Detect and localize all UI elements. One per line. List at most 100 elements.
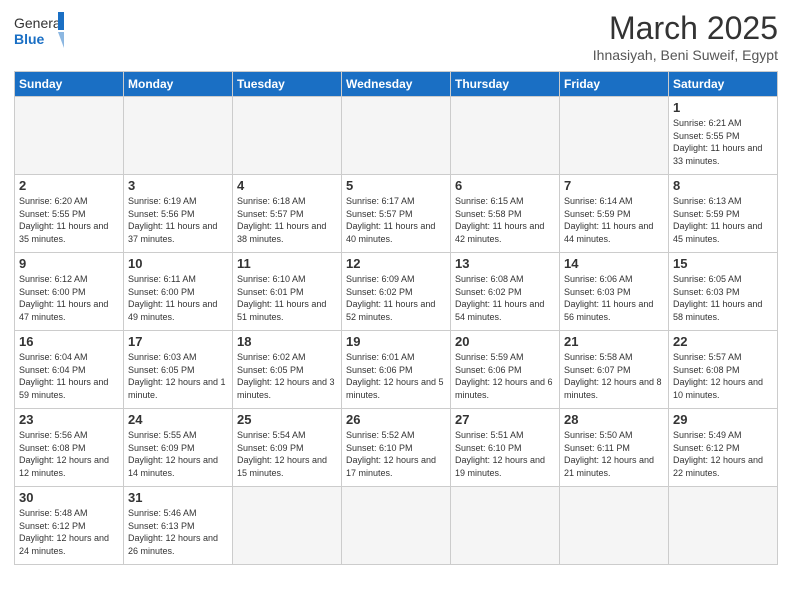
- week-row-6: 30Sunrise: 5:48 AM Sunset: 6:12 PM Dayli…: [15, 487, 778, 565]
- header: General Blue March 2025 Ihnasiyah, Beni …: [14, 10, 778, 63]
- calendar-cell: 4Sunrise: 6:18 AM Sunset: 5:57 PM Daylig…: [233, 175, 342, 253]
- day-info: Sunrise: 6:11 AM Sunset: 6:00 PM Dayligh…: [128, 273, 228, 323]
- day-number: 18: [237, 334, 337, 349]
- weekday-header-tuesday: Tuesday: [233, 72, 342, 97]
- day-info: Sunrise: 6:10 AM Sunset: 6:01 PM Dayligh…: [237, 273, 337, 323]
- location: Ihnasiyah, Beni Suweif, Egypt: [593, 47, 778, 63]
- day-info: Sunrise: 5:59 AM Sunset: 6:06 PM Dayligh…: [455, 351, 555, 401]
- day-number: 30: [19, 490, 119, 505]
- day-number: 28: [564, 412, 664, 427]
- day-info: Sunrise: 5:51 AM Sunset: 6:10 PM Dayligh…: [455, 429, 555, 479]
- calendar-cell: 30Sunrise: 5:48 AM Sunset: 6:12 PM Dayli…: [15, 487, 124, 565]
- generalblue-logo-icon: General Blue: [14, 10, 64, 50]
- week-row-5: 23Sunrise: 5:56 AM Sunset: 6:08 PM Dayli…: [15, 409, 778, 487]
- weekday-header-monday: Monday: [124, 72, 233, 97]
- day-number: 27: [455, 412, 555, 427]
- day-number: 22: [673, 334, 773, 349]
- calendar-cell: 2Sunrise: 6:20 AM Sunset: 5:55 PM Daylig…: [15, 175, 124, 253]
- day-info: Sunrise: 6:08 AM Sunset: 6:02 PM Dayligh…: [455, 273, 555, 323]
- day-number: 26: [346, 412, 446, 427]
- day-number: 3: [128, 178, 228, 193]
- day-number: 8: [673, 178, 773, 193]
- calendar-cell: 19 Sunrise: 6:01 AM Sunset: 6:06 PM Dayli…: [342, 331, 451, 409]
- day-number: 11: [237, 256, 337, 271]
- title-block: March 2025 Ihnasiyah, Beni Suweif, Egypt: [593, 10, 778, 63]
- day-number: 2: [19, 178, 119, 193]
- calendar-cell: 28 Sunrise: 5:50 AM Sunset: 6:11 PM Dayli…: [560, 409, 669, 487]
- week-row-2: 2Sunrise: 6:20 AM Sunset: 5:55 PM Daylig…: [15, 175, 778, 253]
- day-number: 9: [19, 256, 119, 271]
- day-info: Sunrise: 6:01 AM Sunset: 6:06 PM Dayligh…: [346, 351, 446, 401]
- calendar-cell: [233, 97, 342, 175]
- calendar-cell: 24Sunrise: 5:55 AM Sunset: 6:09 PM Dayli…: [124, 409, 233, 487]
- day-number: 12: [346, 256, 446, 271]
- calendar-cell: 14 Sunrise: 6:06 AM Sunset: 6:03 PM Dayli…: [560, 253, 669, 331]
- day-number: 24: [128, 412, 228, 427]
- day-info: Sunrise: 6:02 AM Sunset: 6:05 PM Dayligh…: [237, 351, 337, 401]
- calendar-cell: 13 Sunrise: 6:08 AM Sunset: 6:02 PM Dayli…: [451, 253, 560, 331]
- calendar-cell: [342, 97, 451, 175]
- calendar-cell: [233, 487, 342, 565]
- day-info: Sunrise: 5:54 AM Sunset: 6:09 PM Dayligh…: [237, 429, 337, 479]
- calendar-cell: 21Sunrise: 5:58 AM Sunset: 6:07 PM Dayli…: [560, 331, 669, 409]
- day-info: Sunrise: 5:57 AM Sunset: 6:08 PM Dayligh…: [673, 351, 773, 401]
- calendar-cell: 9 Sunrise: 6:12 AM Sunset: 6:00 PM Daylig…: [15, 253, 124, 331]
- week-row-1: 1Sunrise: 6:21 AM Sunset: 5:55 PM Daylig…: [15, 97, 778, 175]
- day-number: 20: [455, 334, 555, 349]
- calendar-cell: 26Sunrise: 5:52 AM Sunset: 6:10 PM Dayli…: [342, 409, 451, 487]
- day-info: Sunrise: 5:50 AM Sunset: 6:11 PM Dayligh…: [564, 429, 664, 479]
- calendar-cell: 12 Sunrise: 6:09 AM Sunset: 6:02 PM Dayli…: [342, 253, 451, 331]
- day-info: Sunrise: 6:03 AM Sunset: 6:05 PM Dayligh…: [128, 351, 228, 401]
- day-number: 5: [346, 178, 446, 193]
- day-info: Sunrise: 5:46 AM Sunset: 6:13 PM Dayligh…: [128, 507, 228, 557]
- calendar-cell: [669, 487, 778, 565]
- day-number: 31: [128, 490, 228, 505]
- calendar-cell: [560, 97, 669, 175]
- day-info: Sunrise: 6:05 AM Sunset: 6:03 PM Dayligh…: [673, 273, 773, 323]
- calendar-cell: 31 Sunrise: 5:46 AM Sunset: 6:13 PM Dayli…: [124, 487, 233, 565]
- day-number: 19: [346, 334, 446, 349]
- day-info: Sunrise: 6:04 AM Sunset: 6:04 PM Dayligh…: [19, 351, 119, 401]
- weekday-header-saturday: Saturday: [669, 72, 778, 97]
- month-title: March 2025: [593, 10, 778, 47]
- calendar-cell: 7 Sunrise: 6:14 AM Sunset: 5:59 PM Daylig…: [560, 175, 669, 253]
- calendar-cell: 17 Sunrise: 6:03 AM Sunset: 6:05 PM Dayli…: [124, 331, 233, 409]
- day-number: 7: [564, 178, 664, 193]
- day-info: Sunrise: 6:06 AM Sunset: 6:03 PM Dayligh…: [564, 273, 664, 323]
- calendar-cell: 18 Sunrise: 6:02 AM Sunset: 6:05 PM Dayli…: [233, 331, 342, 409]
- weekday-header-thursday: Thursday: [451, 72, 560, 97]
- day-info: Sunrise: 6:09 AM Sunset: 6:02 PM Dayligh…: [346, 273, 446, 323]
- calendar-cell: 6 Sunrise: 6:15 AM Sunset: 5:58 PM Daylig…: [451, 175, 560, 253]
- day-info: Sunrise: 6:14 AM Sunset: 5:59 PM Dayligh…: [564, 195, 664, 245]
- day-number: 6: [455, 178, 555, 193]
- week-row-4: 16 Sunrise: 6:04 AM Sunset: 6:04 PM Dayli…: [15, 331, 778, 409]
- calendar-cell: 23Sunrise: 5:56 AM Sunset: 6:08 PM Dayli…: [15, 409, 124, 487]
- calendar-cell: 11 Sunrise: 6:10 AM Sunset: 6:01 PM Dayli…: [233, 253, 342, 331]
- calendar-cell: 25Sunrise: 5:54 AM Sunset: 6:09 PM Dayli…: [233, 409, 342, 487]
- calendar-cell: 22 Sunrise: 5:57 AM Sunset: 6:08 PM Dayli…: [669, 331, 778, 409]
- day-info: Sunrise: 5:49 AM Sunset: 6:12 PM Dayligh…: [673, 429, 773, 479]
- calendar-cell: 27 Sunrise: 5:51 AM Sunset: 6:10 PM Dayli…: [451, 409, 560, 487]
- day-number: 17: [128, 334, 228, 349]
- calendar-cell: 15Sunrise: 6:05 AM Sunset: 6:03 PM Dayli…: [669, 253, 778, 331]
- weekday-header-friday: Friday: [560, 72, 669, 97]
- calendar-cell: 3 Sunrise: 6:19 AM Sunset: 5:56 PM Daylig…: [124, 175, 233, 253]
- day-info: Sunrise: 6:12 AM Sunset: 6:00 PM Dayligh…: [19, 273, 119, 323]
- week-row-3: 9 Sunrise: 6:12 AM Sunset: 6:00 PM Daylig…: [15, 253, 778, 331]
- day-info: Sunrise: 6:19 AM Sunset: 5:56 PM Dayligh…: [128, 195, 228, 245]
- logo: General Blue: [14, 10, 64, 50]
- calendar-cell: [342, 487, 451, 565]
- calendar-cell: [124, 97, 233, 175]
- day-number: 13: [455, 256, 555, 271]
- day-info: Sunrise: 6:18 AM Sunset: 5:57 PM Dayligh…: [237, 195, 337, 245]
- calendar-cell: 10Sunrise: 6:11 AM Sunset: 6:00 PM Dayli…: [124, 253, 233, 331]
- day-number: 16: [19, 334, 119, 349]
- calendar-cell: [451, 97, 560, 175]
- day-info: Sunrise: 6:15 AM Sunset: 5:58 PM Dayligh…: [455, 195, 555, 245]
- day-number: 14: [564, 256, 664, 271]
- calendar-cell: [560, 487, 669, 565]
- day-info: Sunrise: 6:17 AM Sunset: 5:57 PM Dayligh…: [346, 195, 446, 245]
- calendar-cell: 29Sunrise: 5:49 AM Sunset: 6:12 PM Dayli…: [669, 409, 778, 487]
- calendar-cell: [451, 487, 560, 565]
- weekday-header-sunday: Sunday: [15, 72, 124, 97]
